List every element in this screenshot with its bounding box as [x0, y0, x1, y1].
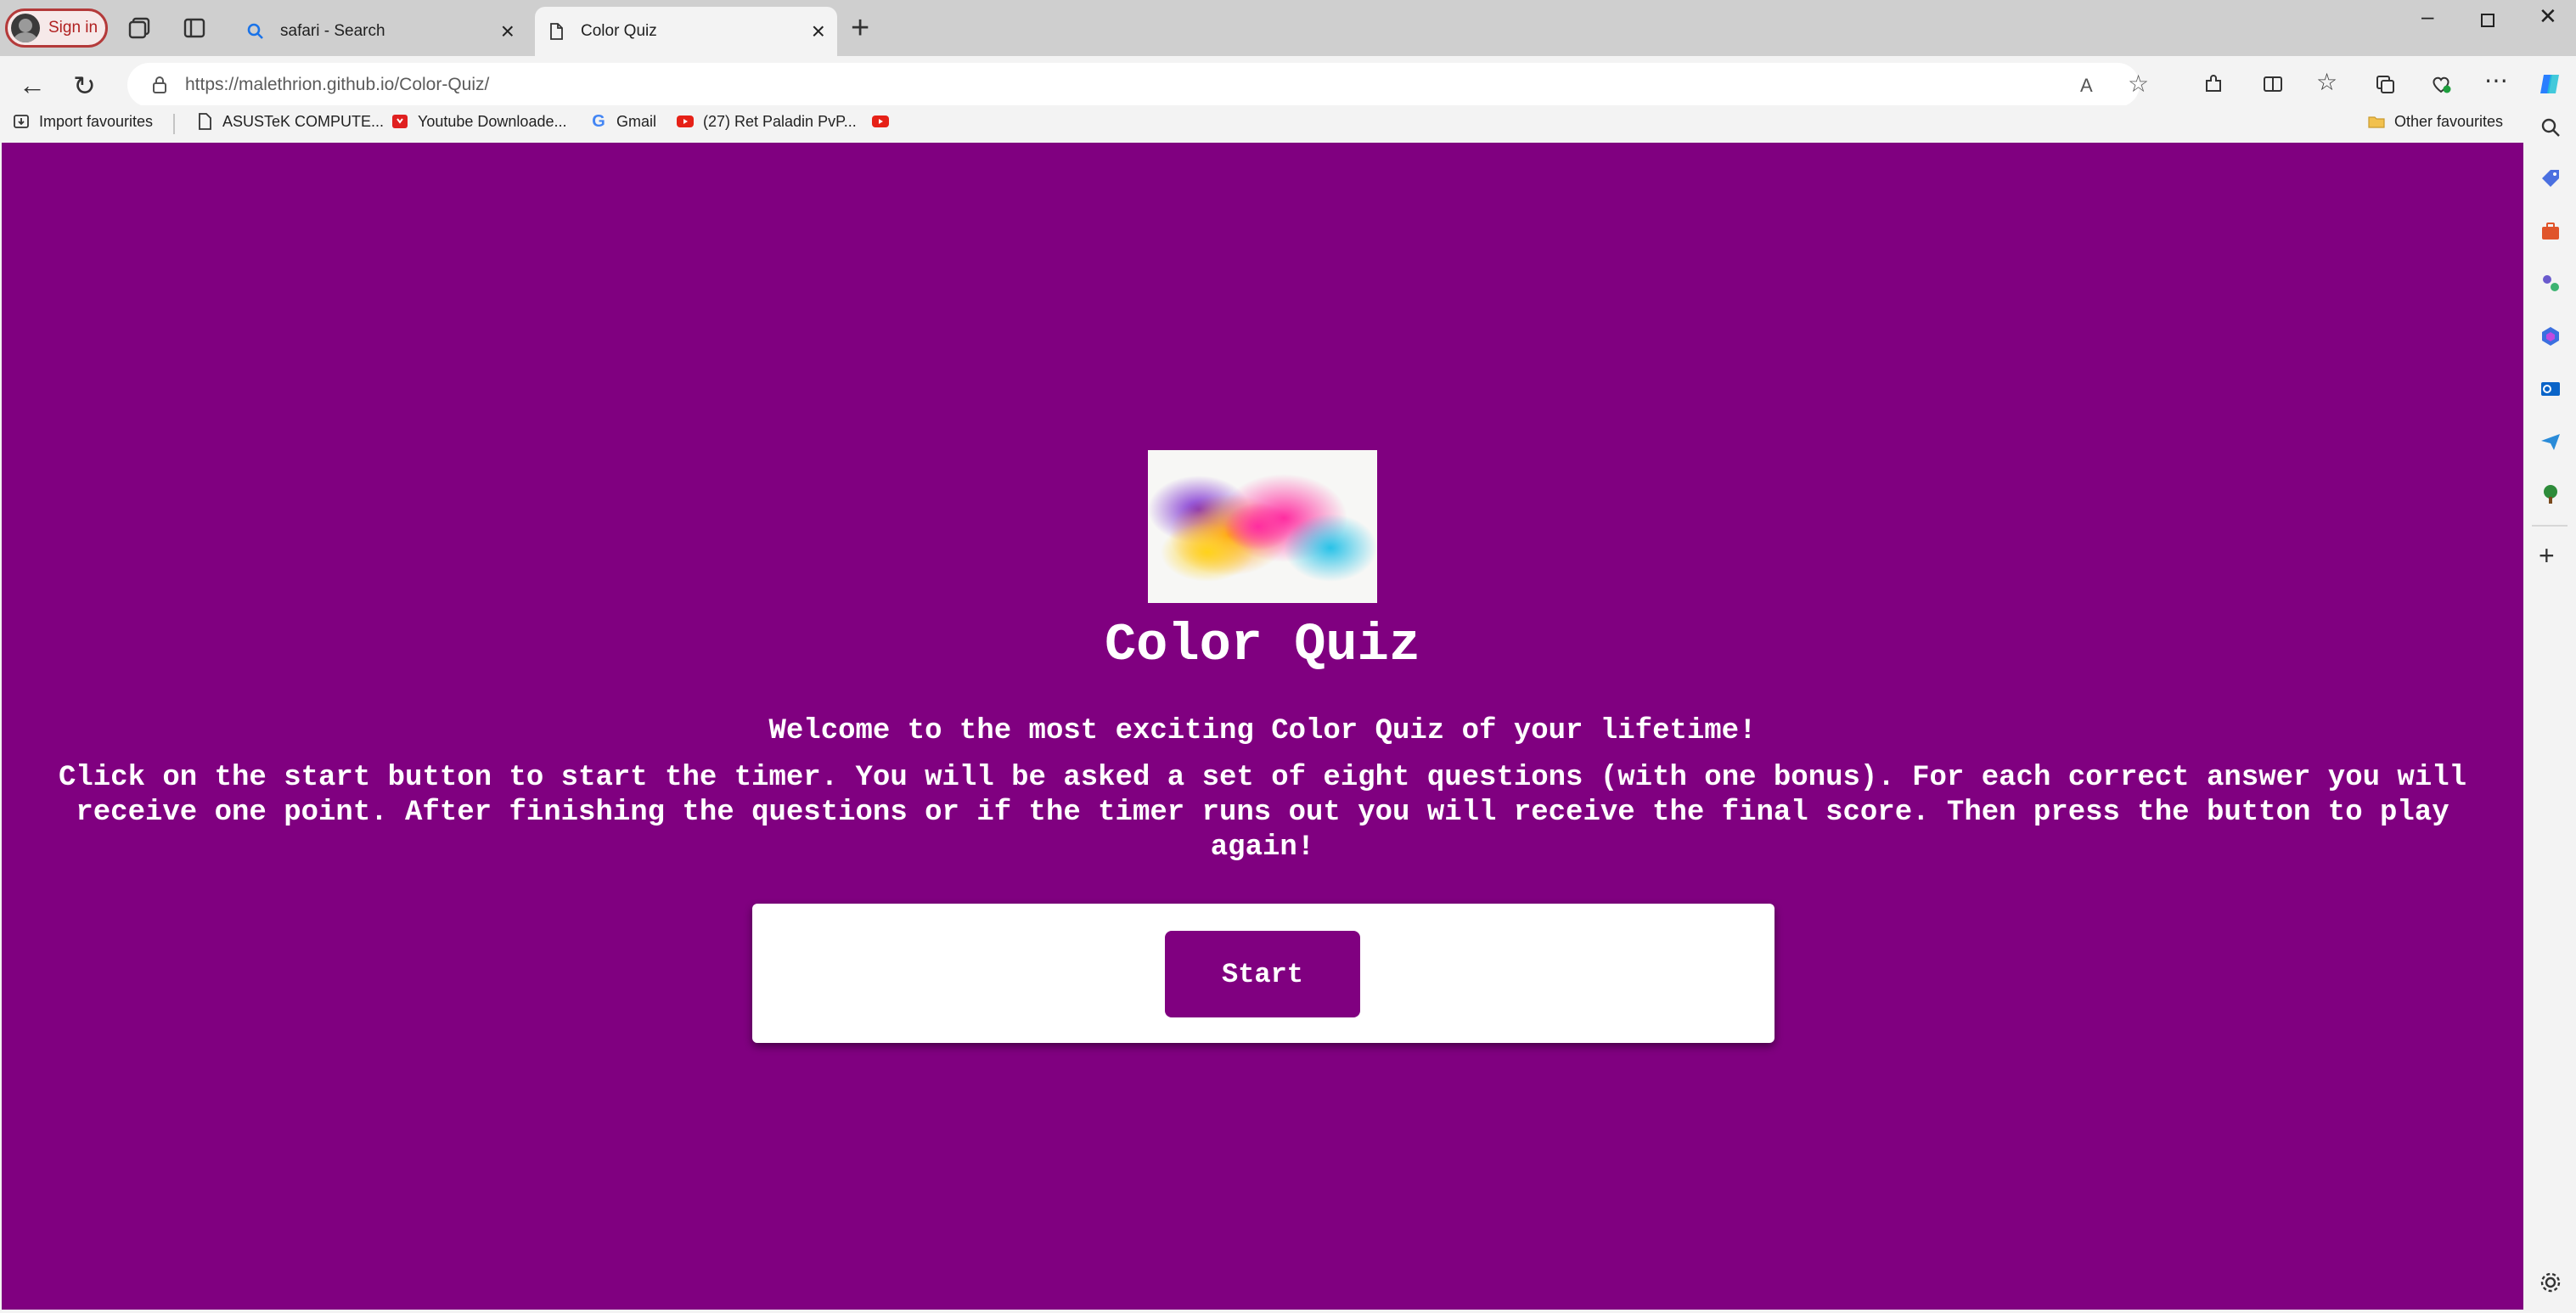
- favorite-label: Gmail: [616, 112, 657, 130]
- url-host: https://malethrion.github.io: [185, 75, 395, 94]
- favorites-bar: Import favourites ASUSTeK COMPUTE... You…: [0, 105, 2576, 139]
- other-favourites-label: Other favourites: [2394, 112, 2504, 130]
- sign-in-button[interactable]: Sign in: [5, 8, 108, 48]
- favorite-label: Import favourites: [39, 112, 154, 130]
- microsoft-365-icon[interactable]: [2539, 324, 2562, 348]
- split-screen-icon[interactable]: [2262, 73, 2284, 95]
- page-icon: [550, 23, 563, 40]
- start-button[interactable]: Start: [1165, 931, 1360, 1017]
- favorites-divider: [173, 114, 175, 134]
- close-tab-icon[interactable]: ×: [812, 18, 825, 45]
- favorite-label: Youtube Downloade...: [418, 112, 567, 130]
- tab-label: Color Quiz: [581, 22, 657, 40]
- youtube-downloader-icon: [392, 115, 408, 128]
- other-favourites[interactable]: Other favourites: [2367, 112, 2503, 131]
- favorite-ret-paladin[interactable]: (27) Ret Paladin PvP...: [676, 112, 857, 131]
- copilot-icon[interactable]: [2537, 71, 2562, 97]
- read-aloud-icon[interactable]: A: [2080, 75, 2102, 97]
- page-content: Color Quiz Welcome to the most exciting …: [2, 143, 2523, 1310]
- url-path: /Color-Quiz/: [394, 75, 490, 94]
- youtube-icon: [677, 116, 694, 127]
- collections-icon[interactable]: [2374, 73, 2396, 95]
- tab-strip: Sign in safari - Search × Color Quiz × +…: [0, 0, 2576, 56]
- close-tab-icon[interactable]: ×: [501, 18, 515, 45]
- instructions-text: Click on the start button to start the t…: [58, 762, 2467, 864]
- outlook-icon[interactable]: [2539, 377, 2562, 401]
- favorite-gmail[interactable]: G Gmail: [589, 112, 656, 131]
- favorite-star-icon[interactable]: ☆: [2128, 70, 2150, 97]
- tab-safari-search[interactable]: safari - Search ×: [234, 7, 526, 56]
- import-icon: [14, 115, 29, 128]
- favorites-icon[interactable]: ☆: [2316, 68, 2338, 95]
- favorite-label: (27) Ret Paladin PvP...: [703, 112, 857, 130]
- address-bar[interactable]: https://malethrion.github.io/Color-Quiz/…: [127, 63, 2149, 107]
- favorite-label: ASUSTeK COMPUTE...: [222, 112, 385, 130]
- quiz-card: Start: [752, 904, 1775, 1043]
- minimize-icon[interactable]: –: [2421, 3, 2433, 30]
- tree-icon[interactable]: [2539, 482, 2562, 506]
- maximize-icon[interactable]: [2479, 12, 2496, 29]
- browser-essentials-icon[interactable]: [2430, 73, 2452, 95]
- page-title: Color Quiz: [1104, 615, 1421, 675]
- close-window-icon[interactable]: ✕: [2539, 3, 2557, 30]
- favorite-asustek[interactable]: ASUSTeK COMPUTE...: [195, 112, 384, 131]
- add-sidebar-app-icon[interactable]: +: [2539, 542, 2562, 569]
- tools-icon[interactable]: [2539, 219, 2562, 243]
- search-icon: [247, 23, 263, 39]
- sidebar-divider: [2532, 525, 2568, 527]
- lock-icon[interactable]: [149, 75, 170, 95]
- shopping-tag-icon[interactable]: [2539, 166, 2562, 190]
- sidebar: +: [2523, 105, 2576, 1313]
- workspaces-icon[interactable]: [126, 14, 155, 42]
- tab-label: safari - Search: [280, 22, 385, 40]
- vertical-tabs-icon[interactable]: [180, 14, 209, 42]
- new-tab-icon[interactable]: +: [851, 10, 869, 47]
- page-icon: [199, 113, 211, 130]
- settings-gear-icon[interactable]: [2539, 1271, 2562, 1294]
- favorite-youtube[interactable]: [871, 112, 898, 131]
- search-icon[interactable]: [2539, 116, 2562, 139]
- youtube-icon: [872, 116, 889, 127]
- profile-avatar-icon: [11, 14, 40, 42]
- color-splash-image: [1148, 450, 1377, 603]
- games-icon[interactable]: [2539, 272, 2562, 296]
- tab-color-quiz[interactable]: Color Quiz ×: [535, 7, 837, 56]
- more-menu-icon[interactable]: ⋯: [2484, 66, 2508, 93]
- back-icon[interactable]: ←: [19, 70, 46, 101]
- sign-in-label: Sign in: [48, 19, 98, 37]
- welcome-text: Welcome to the most exciting Color Quiz …: [768, 715, 1757, 747]
- favorite-youtube-downloader[interactable]: Youtube Downloade...: [391, 112, 566, 131]
- send-icon[interactable]: [2539, 430, 2562, 454]
- favorite-import[interactable]: Import favourites: [12, 112, 153, 131]
- google-icon: G: [592, 112, 605, 131]
- refresh-icon[interactable]: ↻: [73, 70, 96, 102]
- url-text[interactable]: https://malethrion.github.io/Color-Quiz/: [185, 75, 489, 95]
- folder-icon: [2368, 116, 2385, 128]
- extensions-icon[interactable]: [2202, 73, 2224, 95]
